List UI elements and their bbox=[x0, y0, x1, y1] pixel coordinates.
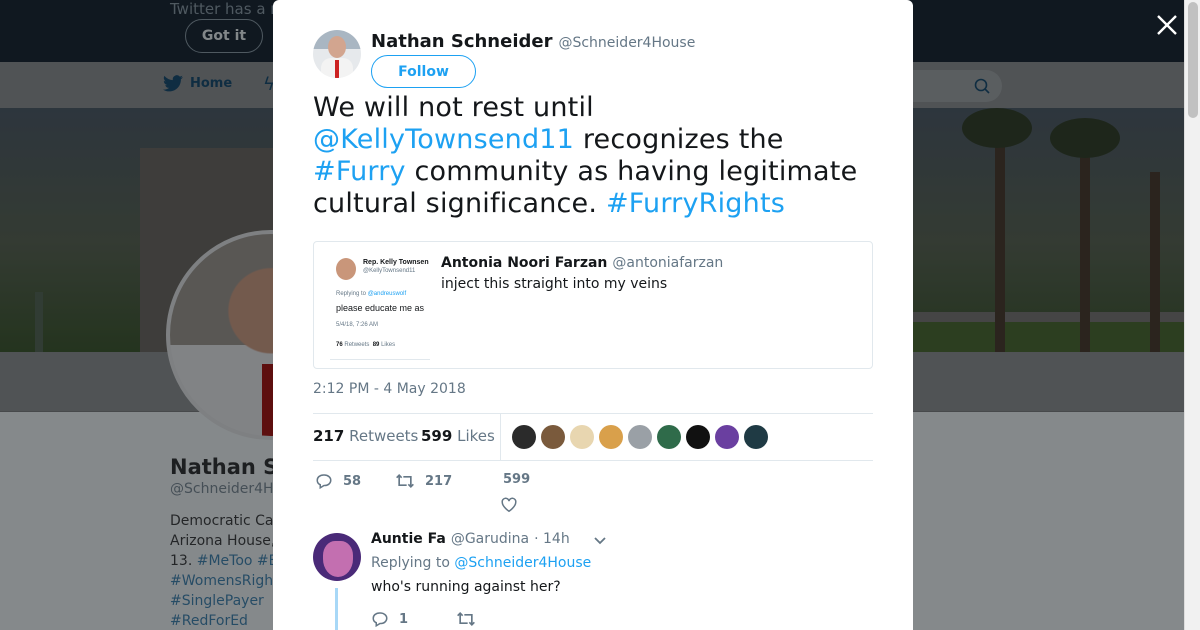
image-like-count: 89 bbox=[372, 342, 380, 348]
likes-label: Likes bbox=[457, 427, 495, 445]
tweet-text: We will not rest until @KellyTownsend11 … bbox=[313, 92, 893, 220]
mention-link[interactable]: @KellyTownsend11 bbox=[313, 124, 574, 155]
liker-avatar[interactable] bbox=[686, 425, 710, 449]
scrollbar-thumb[interactable] bbox=[1188, 2, 1198, 118]
quoted-author-row: Antonia Noori Farzan @antoniafarzan bbox=[441, 255, 723, 271]
image-tweet-stats: 76 Retweets 89 Likes bbox=[336, 342, 395, 348]
reply-author-name[interactable]: Auntie Fa bbox=[371, 531, 446, 547]
reply-author-handle[interactable]: @Garudina bbox=[451, 531, 529, 547]
quoted-author-name[interactable]: Antonia Noori Farzan bbox=[441, 255, 607, 271]
retweet-count: 217 bbox=[425, 473, 453, 489]
hashtag-link[interactable]: #Furry bbox=[313, 156, 406, 187]
reply-actions: 1 bbox=[371, 610, 476, 628]
reply-count: 58 bbox=[343, 473, 362, 489]
likes-count: 599 bbox=[421, 427, 453, 445]
tweet-stats: 217 Retweets 599 Likes bbox=[313, 413, 873, 461]
image-retweet-label: Retweets bbox=[344, 342, 370, 348]
replying-prefix: Replying to bbox=[371, 555, 450, 571]
image-like-label: Likes bbox=[381, 342, 396, 348]
reply-icon bbox=[316, 474, 332, 490]
liker-avatar[interactable] bbox=[599, 425, 623, 449]
retweet-icon bbox=[396, 473, 414, 489]
reply-text: who's running against her? bbox=[371, 579, 561, 595]
retweets-count: 217 bbox=[313, 427, 345, 445]
retweets-label: Retweets bbox=[349, 427, 419, 445]
image-tweet-time: 5/4/18, 7:26 AM bbox=[336, 322, 379, 328]
like-button[interactable] bbox=[500, 496, 518, 513]
close-icon[interactable] bbox=[1156, 14, 1178, 36]
tweet-text-part: We will not rest until bbox=[313, 92, 594, 123]
liker-avatar[interactable] bbox=[657, 425, 681, 449]
avatar bbox=[336, 258, 356, 280]
retweet-icon[interactable] bbox=[456, 610, 476, 628]
liker-avatar[interactable] bbox=[512, 425, 536, 449]
quoted-author-handle[interactable]: @antoniafarzan bbox=[612, 255, 723, 271]
liker-avatar[interactable] bbox=[744, 425, 768, 449]
tweet-actions: 58 217 599 bbox=[313, 472, 873, 522]
tweet-text-part: recognizes the bbox=[574, 124, 784, 155]
thread-line bbox=[335, 588, 338, 630]
image-tweet-text: please educate me as bbox=[336, 303, 425, 313]
quoted-tweet-text: inject this straight into my veins bbox=[441, 276, 668, 292]
image-author-name: Rep. Kelly Townsen bbox=[363, 259, 429, 266]
reply-replying-to: Replying to @Schneider4House bbox=[371, 555, 591, 571]
likers-list bbox=[512, 425, 768, 449]
author-handle[interactable]: @Schneider4House bbox=[558, 35, 695, 51]
liker-avatar[interactable] bbox=[570, 425, 594, 449]
author-row: Nathan Schneider @Schneider4House bbox=[371, 31, 695, 52]
image-replying-handle: @andreuswolf bbox=[367, 291, 407, 297]
like-count: 599 bbox=[503, 472, 531, 487]
follow-button[interactable]: Follow bbox=[371, 55, 476, 88]
tweet-modal: Nathan Schneider @Schneider4House Follow… bbox=[273, 0, 913, 630]
like-count-label: 599 bbox=[503, 472, 530, 487]
author-avatar[interactable] bbox=[313, 30, 361, 78]
liker-avatar[interactable] bbox=[715, 425, 739, 449]
reply-avatar[interactable] bbox=[313, 533, 361, 581]
image-replying-prefix: Replying to bbox=[336, 291, 367, 297]
reply-reply-count: 1 bbox=[399, 611, 409, 627]
liker-avatar[interactable] bbox=[628, 425, 652, 449]
replying-to-link[interactable]: @Schneider4House bbox=[454, 555, 591, 571]
reply-icon[interactable] bbox=[371, 610, 389, 628]
image-author-handle: @KellyTownsend11 bbox=[363, 268, 416, 274]
reply-author-row: Auntie Fa @Garudina · 14h bbox=[371, 531, 570, 547]
retweets-stat[interactable]: 217 Retweets bbox=[313, 427, 418, 445]
author-name[interactable]: Nathan Schneider bbox=[371, 31, 552, 52]
image-replying-to: Replying to @andreuswolf bbox=[336, 291, 406, 297]
divider bbox=[500, 414, 501, 460]
image-retweet-count: 76 bbox=[336, 342, 343, 348]
liker-avatar[interactable] bbox=[541, 425, 565, 449]
quoted-tweet-image[interactable]: Rep. Kelly Townsen @KellyTownsend11 Repl… bbox=[330, 254, 430, 360]
retweet-button[interactable]: 217 bbox=[395, 472, 452, 490]
reply-button[interactable]: 58 bbox=[315, 472, 361, 490]
tweet-timestamp[interactable]: 2:12 PM - 4 May 2018 bbox=[313, 381, 466, 397]
scrollbar[interactable] bbox=[1184, 0, 1200, 630]
quoted-tweet[interactable]: Rep. Kelly Townsen @KellyTownsend11 Repl… bbox=[313, 241, 873, 369]
heart-icon bbox=[501, 497, 517, 513]
reply-time[interactable]: · 14h bbox=[534, 531, 570, 547]
chevron-down-icon[interactable] bbox=[593, 533, 607, 547]
likes-stat[interactable]: 599 Likes bbox=[421, 427, 495, 445]
hashtag-link[interactable]: #FurryRights bbox=[606, 188, 785, 219]
